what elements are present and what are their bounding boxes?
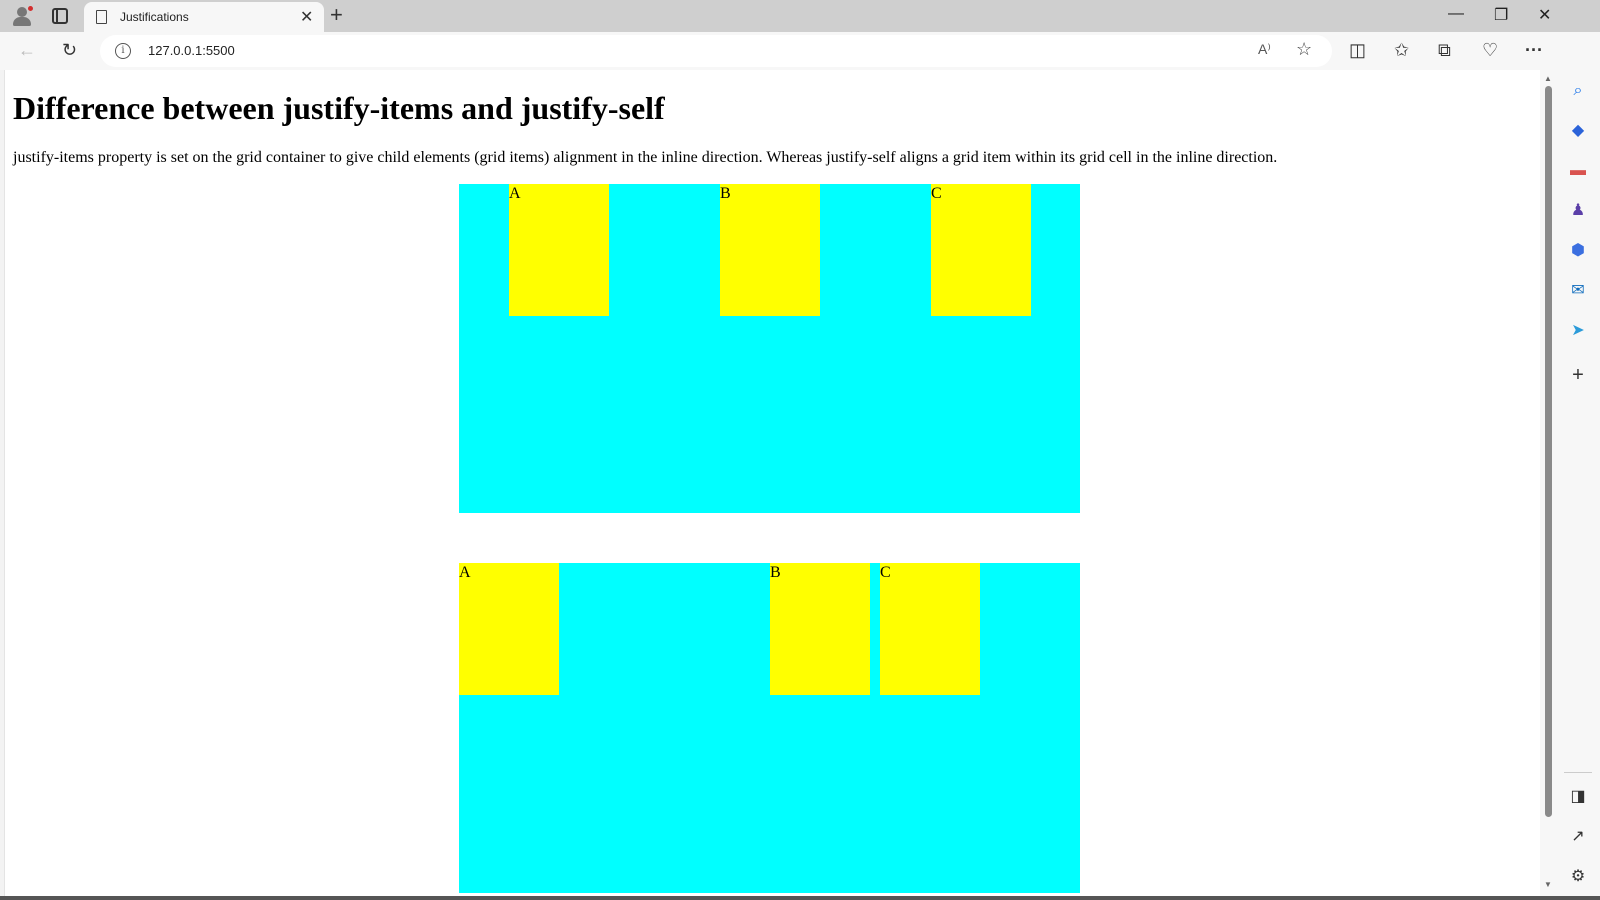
address-url[interactable]: 127.0.0.1:5500 [148,43,235,58]
minimize-button[interactable]: — [1448,5,1464,23]
drop-icon[interactable]: ➤ [1567,320,1589,342]
refresh-button[interactable]: ↻ [62,40,77,60]
grid-item-c: C [931,184,1031,316]
page-icon [96,10,107,24]
tab-justifications[interactable]: Justifications ✕ [84,2,324,32]
address-bar[interactable]: i 127.0.0.1:5500 A⁾ ☆ [100,35,1332,67]
profile-icon[interactable] [12,5,34,26]
browser-title-bar: Justifications ✕ + — ❐ ✕ [0,0,1600,32]
search-icon[interactable]: ⌕ [1567,80,1589,102]
close-tab-icon[interactable]: ✕ [300,7,313,27]
favorite-star-icon[interactable]: ☆ [1296,39,1312,60]
back-button[interactable]: ← [18,40,36,60]
restore-button[interactable]: ❐ [1494,5,1508,25]
site-info-icon[interactable]: i [115,43,131,59]
close-window-button[interactable]: ✕ [1538,5,1551,25]
tab-title: Justifications [120,10,189,24]
outlook-icon[interactable]: ✉ [1567,280,1589,302]
shopping-icon[interactable]: ◆ [1567,120,1589,142]
browser-toolbar: ← ↻ i 127.0.0.1:5500 A⁾ ☆ ◫ ✩ ⧉ ♡ ··· ◆ [0,32,1600,70]
grid-item-b: B [720,184,820,316]
open-external-icon[interactable]: ↗ [1567,826,1589,848]
grid-item-c: C [880,563,980,695]
games-icon[interactable]: ♟ [1567,200,1589,222]
split-screen-icon[interactable]: ◫ [1349,40,1366,60]
sidebar-divider [1564,772,1592,773]
scroll-up-icon[interactable]: ▲ [1544,74,1552,83]
scrollbar-thumb[interactable] [1545,86,1552,817]
page-viewport: Difference between justify-items and jus… [4,70,1540,896]
grid-item-a: A [509,184,609,316]
grid-item-a: A [459,563,559,695]
taskbar-edge [0,896,1600,900]
tab-actions-icon[interactable] [52,8,68,24]
new-tab-button[interactable]: + [330,2,343,28]
page-description: justify-items property is set on the gri… [13,149,1278,166]
more-options-icon[interactable]: ··· [1525,40,1543,60]
browser-essentials-icon[interactable]: ♡ [1482,40,1498,60]
page-heading: Difference between justify-items and jus… [13,90,665,126]
settings-icon[interactable]: ⚙ [1567,866,1589,888]
microsoft365-icon[interactable]: ⬢ [1567,240,1589,262]
justify-items-grid: A B C [459,184,1080,513]
justify-self-grid: A B C [459,563,1080,893]
collections-icon[interactable]: ⧉ [1438,40,1451,60]
add-icon[interactable]: + [1567,364,1589,386]
edge-sidebar: ⌕ ◆ ▬ ♟ ⬢ ✉ ➤ + ◨ ↗ ⚙ [1556,32,1600,900]
grid-item-b: B [770,563,870,695]
tools-icon[interactable]: ▬ [1567,160,1589,182]
scroll-down-icon[interactable]: ▼ [1544,880,1552,889]
read-aloud-icon[interactable]: A⁾ [1258,41,1271,58]
favorites-icon[interactable]: ✩ [1394,40,1409,60]
sidebar-toggle-icon[interactable]: ◨ [1567,786,1589,808]
vertical-scrollbar[interactable]: ▲ ▼ [1540,70,1556,896]
